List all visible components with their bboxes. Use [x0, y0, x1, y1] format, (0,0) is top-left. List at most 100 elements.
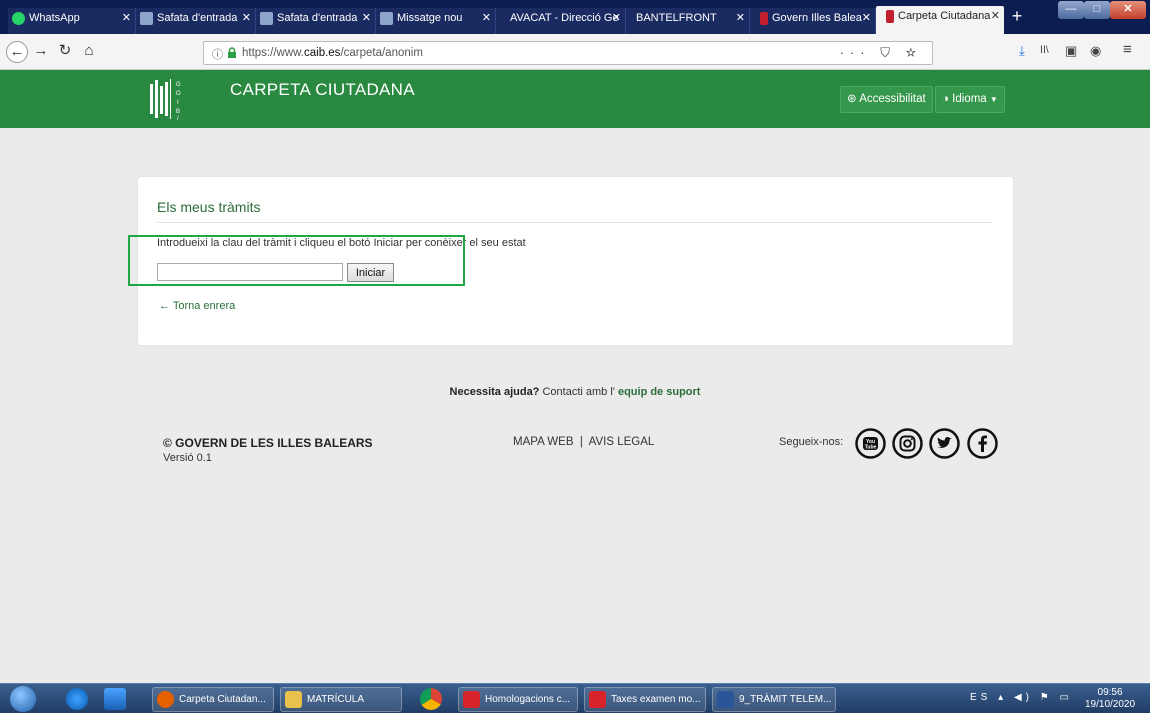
clock-time: 09:56 — [1097, 687, 1123, 698]
clock[interactable]: 09:56 19/10/2020 — [1085, 687, 1135, 711]
taskbar-item-matricula[interactable]: MATRÍCULA — [280, 687, 402, 712]
instagram-icon[interactable] — [892, 428, 923, 459]
tab-missatge-nou[interactable]: Missatge nou ✕ — [376, 8, 496, 34]
taskbar-item-homologacions[interactable]: Homologacions c... — [458, 687, 578, 712]
close-icon[interactable]: ✕ — [736, 8, 745, 28]
language-indicator[interactable]: ES — [970, 692, 991, 703]
pdf-icon — [589, 691, 606, 708]
pocket-icon[interactable]: ⛉ — [880, 45, 896, 60]
tab-carpeta-ciutadana[interactable]: Carpeta Ciutadana ✕ — [876, 6, 1004, 34]
close-icon[interactable]: ✕ — [612, 8, 621, 28]
tab-safata-2[interactable]: Safata d'entrada ✕ — [256, 8, 376, 34]
browser-navbar: ← → ↻ ⌂ ⓘ https://www.caib.es/carpeta/an… — [0, 34, 1150, 70]
internet-explorer-icon[interactable] — [66, 688, 88, 710]
govern-icon — [886, 9, 894, 23]
bookmark-icon[interactable]: ☆ — [906, 45, 922, 60]
back-button[interactable]: ← — [6, 41, 28, 63]
follow-label: Segueix-nos: — [779, 436, 844, 448]
word-icon — [717, 691, 734, 708]
close-icon[interactable]: ✕ — [362, 8, 371, 28]
taskbar-item-taxes[interactable]: Taxes examen mo... — [584, 687, 706, 712]
close-icon[interactable]: ✕ — [242, 8, 251, 28]
accessibility-icon: ⊛ — [847, 93, 857, 105]
close-icon[interactable]: ✕ — [122, 8, 131, 28]
new-tab-button[interactable]: + — [1006, 6, 1028, 27]
globe-icon: ◑ — [942, 93, 949, 105]
home-button[interactable]: ⌂ — [78, 41, 100, 63]
tab-avacat[interactable]: AVACAT - Direcció Ge ✕ — [496, 8, 626, 34]
avis-legal-link[interactable]: AVIS LEGAL — [589, 436, 655, 448]
mail-icon — [380, 11, 393, 25]
youtube-icon[interactable]: You Tube — [855, 428, 886, 459]
version-text: Versió 0.1 — [163, 452, 212, 464]
clock-date: 19/10/2020 — [1085, 699, 1136, 710]
media-player-icon[interactable] — [104, 688, 126, 710]
svg-text:G: G — [176, 82, 181, 88]
svg-text:Tube: Tube — [865, 445, 877, 451]
close-icon[interactable]: ✕ — [862, 8, 871, 28]
reload-button[interactable]: ↻ — [54, 41, 76, 63]
network-icon[interactable]: ▭ — [1060, 692, 1073, 703]
system-tray: ES ▴ ◀) ⚑ ▭ — [970, 692, 1073, 703]
help-line: Necessita ajuda? Contacti amb l' equip d… — [449, 386, 701, 398]
taskbar-item-tramit-word[interactable]: 9_TRÀMIT TELEM... — [712, 687, 836, 712]
svg-text:I: I — [177, 100, 179, 106]
footer-links: MAPA WEB | AVIS LEGAL — [513, 436, 654, 448]
maximize-button[interactable]: □ — [1084, 1, 1110, 19]
caret-down-icon: ▼ — [989, 95, 998, 104]
lock-icon — [228, 47, 236, 58]
svg-text:/: / — [177, 116, 179, 120]
forward-button[interactable]: → — [30, 41, 52, 63]
account-icon[interactable]: ◉ — [1090, 43, 1101, 59]
mail-icon — [260, 11, 273, 25]
tab-safata-1[interactable]: Safata d'entrada ✕ — [136, 8, 256, 34]
start-button[interactable] — [10, 686, 36, 712]
highlight-annotation — [128, 235, 465, 286]
govern-icon — [760, 11, 768, 25]
divider — [157, 222, 992, 223]
tray-arrow-icon[interactable]: ▴ — [998, 692, 1007, 703]
close-icon[interactable]: ✕ — [991, 6, 1000, 26]
tab-bantelfront[interactable]: BANTELFRONT ✕ — [626, 8, 750, 34]
url-bar[interactable]: ⓘ https://www.caib.es/carpeta/anonim ···… — [203, 41, 933, 65]
site-header: G O I B / CARPETA CIUTADANA ⊛ Accessibil… — [0, 70, 1150, 128]
folder-icon — [285, 691, 302, 708]
support-link[interactable]: equip de suport — [618, 386, 701, 398]
page-actions-icon[interactable]: ··· — [840, 45, 871, 60]
info-icon[interactable]: ⓘ — [212, 46, 223, 62]
whatsapp-icon — [12, 11, 25, 25]
library-icon[interactable]: ⅠⅠ\ — [1040, 45, 1049, 56]
tab-govern[interactable]: Govern Illes Balea ✕ — [750, 8, 876, 34]
taskbar-item-firefox[interactable]: Carpeta Ciutadan... — [152, 687, 274, 712]
windows-taskbar: Carpeta Ciutadan... MATRÍCULA Homologaci… — [0, 683, 1150, 713]
menu-icon[interactable]: ≡ — [1123, 41, 1132, 58]
back-link[interactable]: ← Torna enrera — [159, 300, 235, 312]
close-icon[interactable]: ✕ — [482, 8, 491, 28]
site-title[interactable]: CARPETA CIUTADANA — [230, 80, 415, 100]
arrow-left-icon: ← — [159, 300, 170, 312]
svg-text:B: B — [176, 109, 180, 115]
copyright: © GOVERN DE LES ILLES BALEARS — [163, 436, 373, 450]
download-icon[interactable]: ⤓ — [1019, 43, 1025, 59]
svg-text:O: O — [176, 91, 181, 97]
accessibility-button[interactable]: ⊛ Accessibilitat — [840, 86, 933, 113]
minimize-button[interactable]: — — [1058, 1, 1084, 19]
facebook-icon[interactable] — [967, 428, 998, 459]
window-close-button[interactable]: ✕ — [1110, 1, 1146, 19]
acrobat-icon — [463, 691, 480, 708]
firefox-icon — [157, 691, 174, 708]
govern-logo[interactable]: G O I B / — [150, 78, 186, 120]
volume-icon[interactable]: ◀) — [1014, 692, 1033, 703]
flag-icon[interactable]: ⚑ — [1040, 692, 1053, 703]
mail-icon — [140, 11, 153, 25]
browser-tab-strip: WhatsApp ✕ Safata d'entrada ✕ Safata d'e… — [0, 0, 1150, 34]
chrome-icon[interactable] — [420, 688, 442, 710]
url-actions: ··· ⛉ ☆ — [840, 45, 922, 61]
twitter-icon[interactable] — [929, 428, 960, 459]
mapa-web-link[interactable]: MAPA WEB — [513, 436, 574, 448]
language-dropdown[interactable]: ◑ Idioma ▼ — [935, 86, 1005, 113]
url-text[interactable]: https://www.caib.es/carpeta/anonim — [242, 47, 423, 59]
tab-whatsapp[interactable]: WhatsApp ✕ — [8, 8, 136, 34]
sidebar-icon[interactable]: ▣ — [1065, 43, 1077, 59]
separator: | — [576, 436, 587, 448]
